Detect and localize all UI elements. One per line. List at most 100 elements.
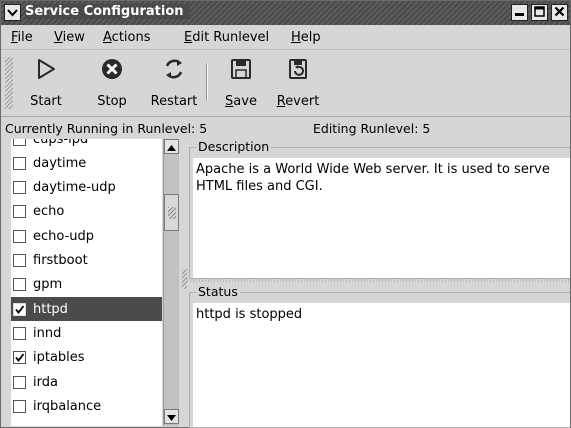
service-row-irqbalance[interactable]: irqbalance — [11, 394, 162, 418]
save-label-rest: ave — [233, 94, 257, 109]
revert-icon — [286, 57, 310, 81]
service-checkbox-daytime-udp[interactable] — [13, 181, 26, 195]
status-frame: Status httpd is stopped — [189, 284, 570, 428]
service-name: irqbalance — [33, 398, 102, 414]
service-row-irda[interactable]: irda — [11, 370, 162, 394]
status-text: httpd is stopped — [193, 303, 570, 427]
minimize-icon — [514, 5, 525, 20]
menu-file-label: ile — [17, 30, 33, 45]
panel-divider-grip[interactable] — [187, 279, 570, 282]
scrollbar-thumb[interactable] — [164, 194, 179, 231]
service-name: daytime-udp — [33, 180, 116, 196]
menu-bar: File View Actions Edit Runlevel Help — [1, 25, 570, 50]
service-name: irda — [33, 374, 58, 390]
stop-button[interactable]: Stop — [90, 55, 134, 113]
service-row-gpm[interactable]: gpm — [11, 273, 162, 297]
service-row-innd[interactable]: innd — [11, 321, 162, 345]
service-row-echo[interactable]: echo — [11, 200, 162, 224]
service-row-firstboot[interactable]: firstboot — [11, 249, 162, 273]
toolbar: Start Stop Restart Save Revert — [1, 51, 570, 117]
service-checkbox-daytime[interactable] — [13, 156, 26, 170]
menu-edit-runlevel-label: dit Runlevel — [192, 30, 270, 45]
menu-view-mnemonic: V — [54, 30, 63, 45]
menu-edit-runlevel-mnemonic: E — [184, 30, 193, 45]
stop-label: Stop — [97, 94, 127, 109]
start-button[interactable]: Start — [23, 55, 69, 113]
status-legend: Status — [196, 284, 240, 299]
revert-mnemonic: R — [276, 94, 286, 109]
toolbar-grip[interactable] — [5, 57, 13, 109]
floppy-disk-icon — [229, 57, 253, 81]
menu-view-label: iew — [62, 30, 85, 45]
description-text: Apache is a World Wide Web server. It is… — [193, 158, 570, 278]
toolbar-separator — [206, 63, 208, 101]
service-checkbox-innd[interactable] — [13, 326, 26, 340]
arrow-up-icon — [167, 139, 176, 154]
service-checkbox-echo[interactable] — [13, 205, 26, 219]
runlevel-status-bar: Currently Running in Runlevel: 5 Editing… — [1, 118, 570, 138]
service-name: echo-udp — [33, 228, 95, 244]
maximize-icon — [534, 5, 545, 20]
save-button[interactable]: Save — [219, 55, 263, 113]
service-name: firstboot — [33, 253, 88, 268]
stop-icon — [100, 57, 124, 81]
service-name: cups-lpd — [33, 139, 89, 147]
close-button[interactable] — [551, 4, 568, 21]
menu-actions[interactable]: Actions — [103, 30, 151, 45]
thumb-grip — [168, 207, 176, 219]
revert-button[interactable]: Revert — [273, 55, 323, 113]
revert-label: Revert — [277, 94, 320, 109]
service-name: gpm — [33, 277, 63, 293]
menu-file[interactable]: File — [11, 30, 33, 45]
service-row-echo-udp[interactable]: echo-udp — [11, 224, 162, 248]
service-row-iptables[interactable]: iptables — [11, 346, 162, 370]
service-checkbox-irqbalance[interactable] — [13, 399, 26, 413]
chevron-down-icon — [7, 5, 18, 20]
service-checkbox-echo-udp[interactable] — [13, 229, 26, 243]
window-menu-button[interactable] — [4, 4, 21, 21]
save-label: Save — [225, 94, 257, 109]
current-runlevel-text: Currently Running in Runlevel: 5 — [5, 121, 208, 136]
service-name: innd — [33, 325, 62, 341]
description-frame: Description Apache is a World Wide Web s… — [189, 139, 570, 279]
description-legend: Description — [196, 139, 272, 154]
window-title: Service Configuration — [25, 4, 190, 19]
service-name: echo — [33, 204, 65, 220]
menu-help-label: elp — [300, 30, 321, 45]
service-row-httpd[interactable]: httpd — [11, 297, 162, 322]
service-row-daytime[interactable]: daytime — [11, 151, 162, 175]
service-checkbox-irda[interactable] — [13, 375, 26, 389]
menu-edit-runlevel[interactable]: Edit Runlevel — [184, 30, 269, 45]
start-label: Start — [30, 94, 62, 109]
service-list[interactable]: cups-lpd daytime daytime-udp echo echo-udp fi… — [11, 139, 162, 426]
service-list-scrollbar[interactable] — [163, 139, 179, 426]
maximize-button[interactable] — [531, 4, 548, 21]
scroll-up-button[interactable] — [164, 139, 179, 154]
menu-actions-label: ctions — [111, 30, 151, 45]
restart-button[interactable]: Restart — [146, 55, 202, 113]
menu-help[interactable]: Help — [291, 30, 321, 45]
menu-view[interactable]: View — [54, 30, 85, 45]
restart-icon — [162, 57, 186, 81]
scroll-down-button[interactable] — [164, 409, 179, 424]
revert-label-rest: evert — [285, 94, 320, 109]
menu-actions-mnemonic: A — [103, 30, 112, 45]
restart-label: Restart — [150, 94, 198, 109]
service-configuration-window: Service Configuration File View Actions … — [0, 0, 571, 428]
minimize-button[interactable] — [511, 4, 528, 21]
menu-help-mnemonic: H — [291, 30, 301, 45]
service-name: iptables — [33, 350, 85, 366]
title-bar[interactable]: Service Configuration — [1, 1, 570, 25]
service-row-daytime-udp[interactable]: daytime-udp — [11, 176, 162, 200]
editing-runlevel-text: Editing Runlevel: 5 — [313, 121, 431, 136]
service-checkbox-gpm[interactable] — [13, 278, 26, 292]
service-checkbox-iptables[interactable] — [13, 351, 26, 365]
close-icon — [554, 5, 565, 20]
service-checkbox-httpd[interactable] — [13, 302, 26, 316]
service-row-cups-lpd[interactable]: cups-lpd — [11, 139, 162, 151]
service-name: httpd — [33, 301, 68, 317]
play-icon — [34, 57, 58, 81]
service-checkbox-cups-lpd[interactable] — [13, 139, 26, 146]
service-name: daytime — [33, 155, 87, 171]
service-checkbox-firstboot[interactable] — [13, 254, 26, 267]
